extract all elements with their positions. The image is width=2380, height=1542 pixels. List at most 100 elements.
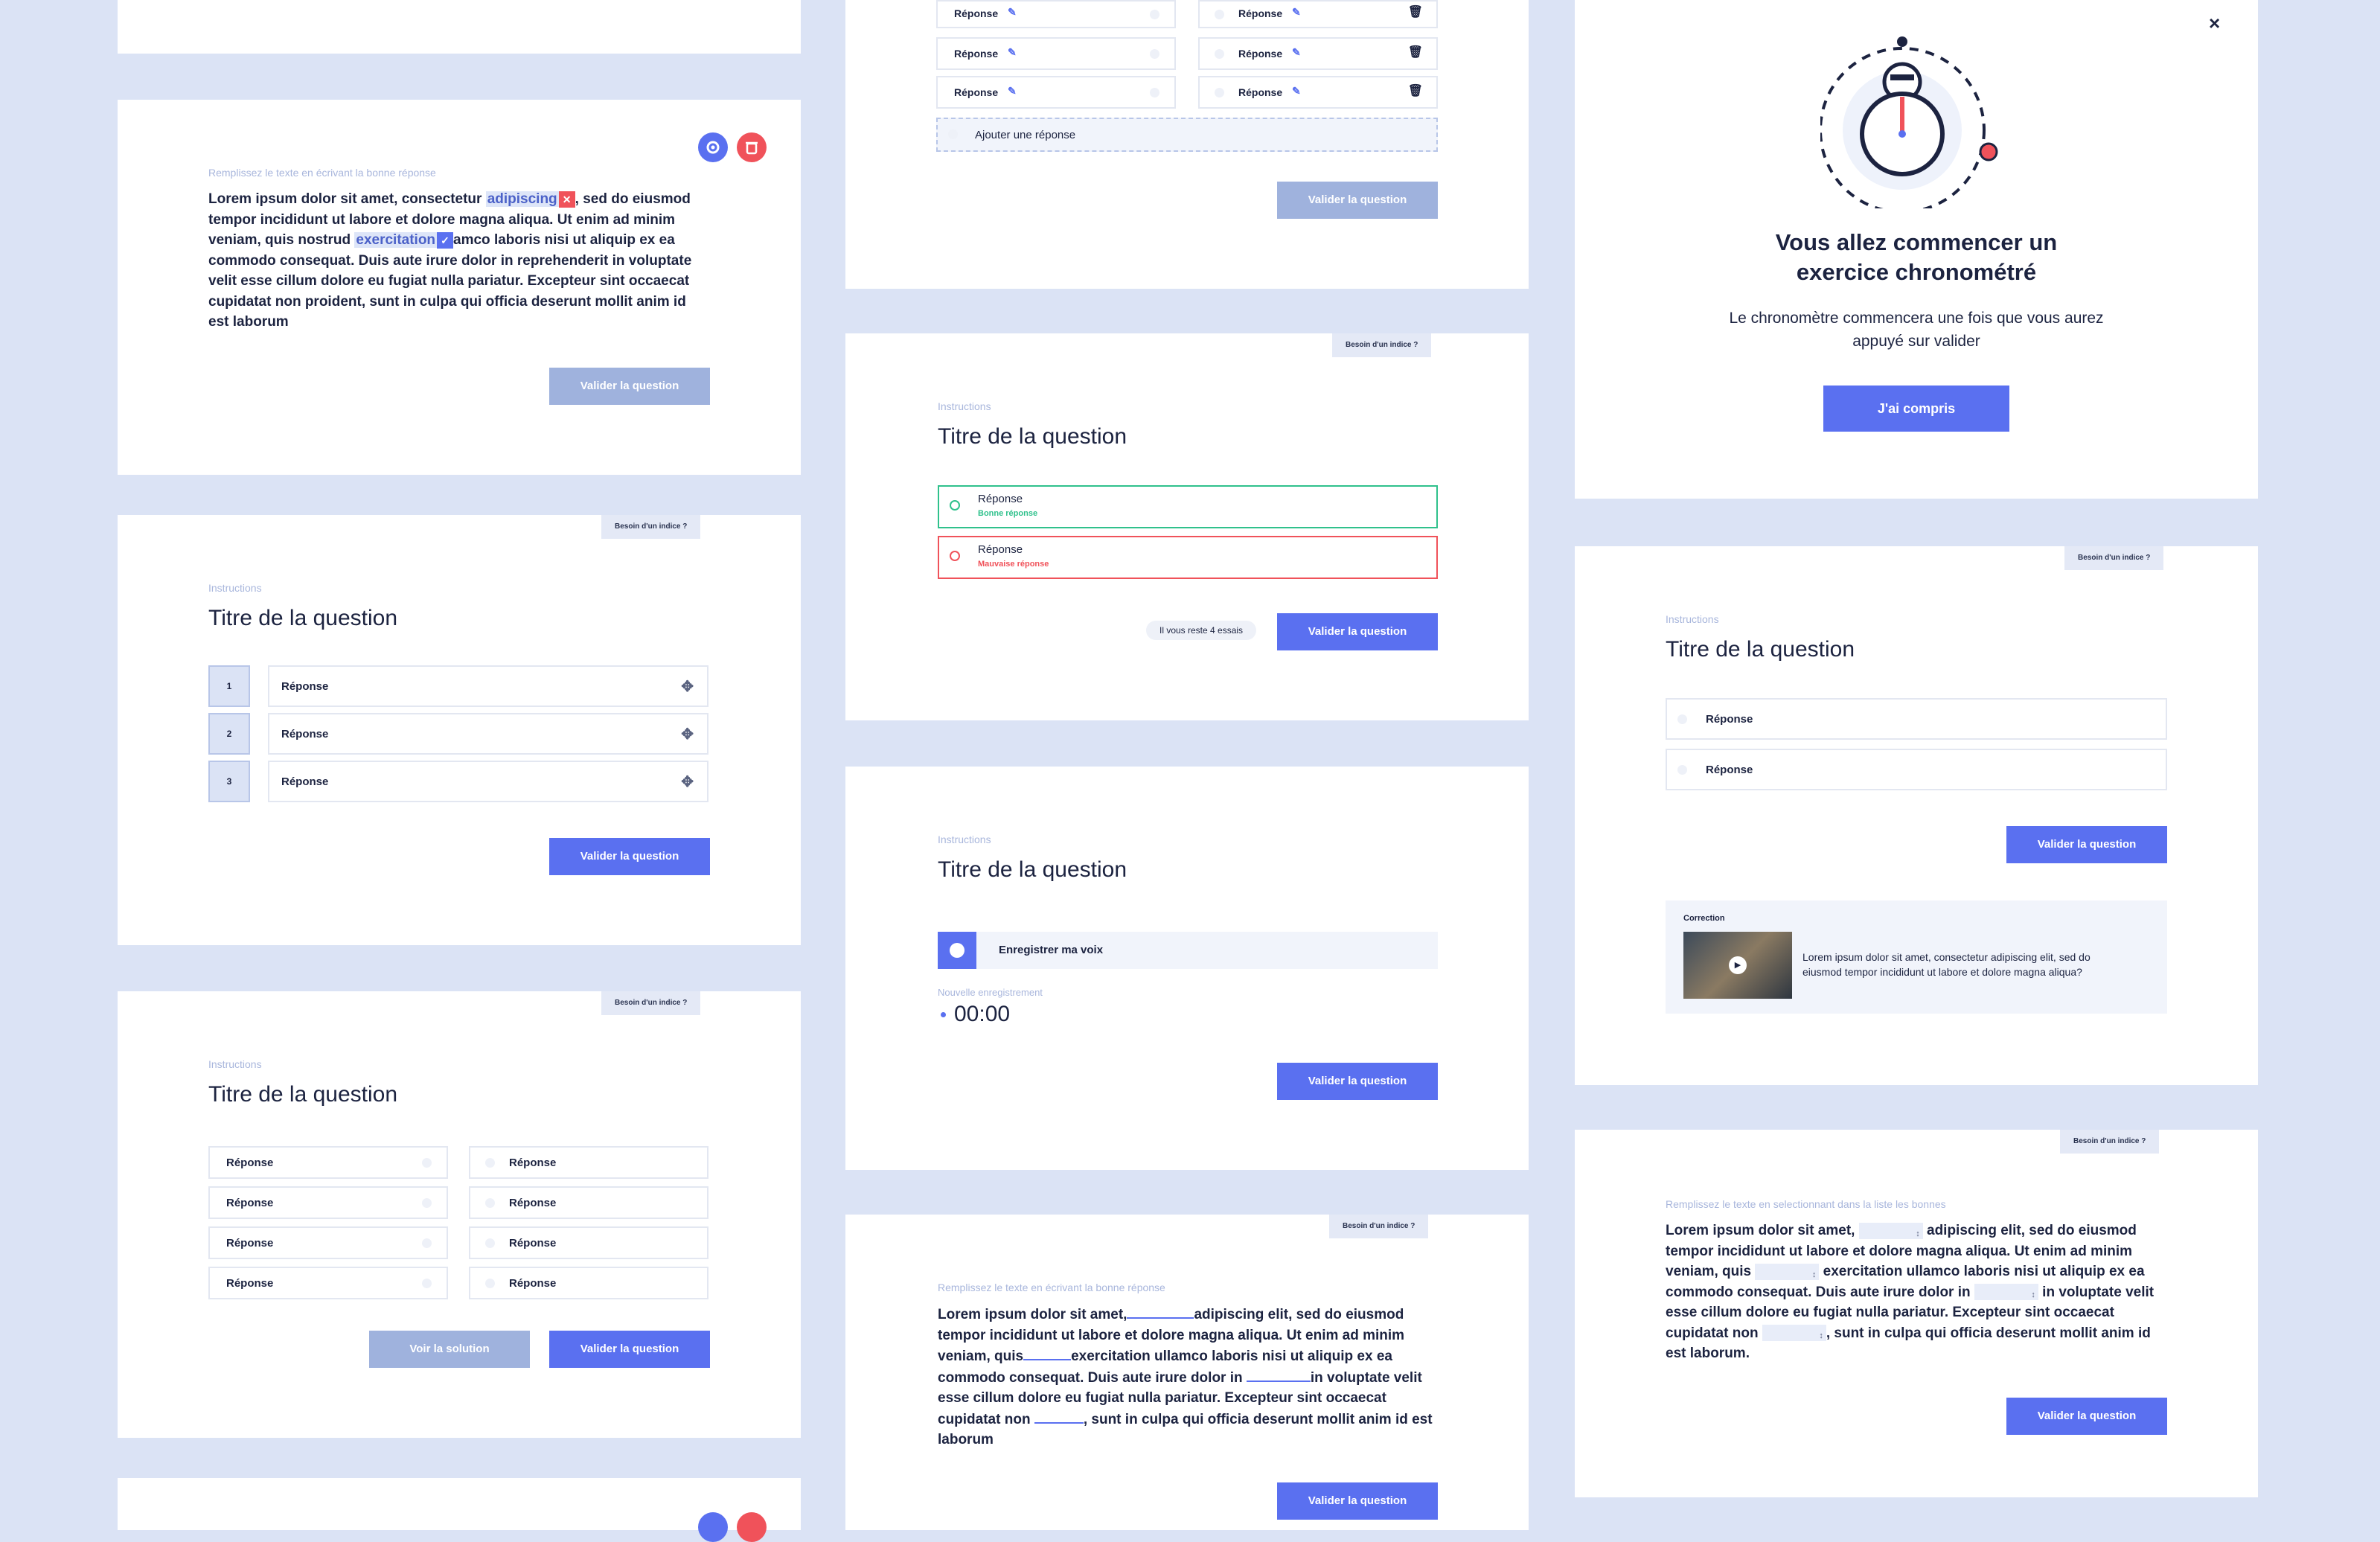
hint-button[interactable]: Besoin d'un indice ?: [2060, 1130, 2160, 1154]
validate-button[interactable]: Valider la question: [2006, 1398, 2167, 1435]
validate-button[interactable]: Valider la question: [2006, 826, 2167, 863]
card-bottom-partial: [118, 1478, 801, 1542]
play-icon[interactable]: ▶: [1729, 956, 1747, 974]
right-answer[interactable]: Réponse: [469, 1226, 708, 1259]
left-answer[interactable]: Réponse: [208, 1186, 448, 1219]
blank-select[interactable]: [1762, 1325, 1826, 1347]
wrong-word[interactable]: adipiscing: [485, 191, 559, 207]
order-answer[interactable]: Réponse ✥: [268, 665, 708, 707]
modal-body: Le chronomètre commencera une fois que v…: [1575, 307, 2258, 353]
editable-answer[interactable]: Réponse ✎ 🗑: [1198, 0, 1438, 28]
editable-answer[interactable]: Réponse ✎ 🗑: [1198, 76, 1438, 109]
order-answer[interactable]: Réponse ✥: [268, 761, 708, 802]
validate-button[interactable]: Valider la question: [1277, 1063, 1438, 1100]
fill-text-paragraph: Lorem ipsum dolor sit amet, consectetur …: [208, 189, 707, 333]
hint-button[interactable]: Besoin d'un indice ?: [1329, 1215, 1429, 1238]
right-answer[interactable]: Réponse: [469, 1146, 708, 1179]
wrong-answer[interactable]: Réponse Mauvaise réponse: [938, 536, 1438, 579]
left-answer[interactable]: Réponse: [208, 1267, 448, 1299]
answer-option[interactable]: Réponse: [1666, 749, 2167, 790]
left-answer[interactable]: Réponse: [208, 1226, 448, 1259]
delete-button[interactable]: [737, 132, 767, 162]
good-answer-label: Bonne réponse: [978, 509, 1038, 518]
editable-answer[interactable]: Réponse ✎: [936, 76, 1176, 109]
validate-button[interactable]: Valider la question: [549, 1331, 710, 1368]
matching-card: Besoin d'un indice ? Instructions Titre …: [118, 991, 801, 1438]
validate-button[interactable]: Valider la question: [1277, 1482, 1438, 1520]
left-answer[interactable]: Réponse: [208, 1146, 448, 1179]
edit-icon[interactable]: ✎: [1008, 6, 1017, 19]
editable-answer[interactable]: Réponse ✎: [936, 0, 1176, 28]
settings-button[interactable]: [698, 132, 728, 162]
modal-title-line: exercice chronométré: [1796, 259, 2037, 285]
dropdown-icon[interactable]: [1150, 10, 1159, 19]
order-answer[interactable]: Réponse ✥: [268, 713, 708, 755]
confirm-button[interactable]: J'ai compris: [1823, 386, 2009, 432]
editable-answer[interactable]: Réponse ✎: [936, 37, 1176, 70]
blank-input[interactable]: [1246, 1367, 1311, 1382]
edit-icon[interactable]: ✎: [1292, 6, 1301, 19]
delete-button[interactable]: [737, 1512, 767, 1542]
record-dot-icon: [950, 943, 965, 958]
answer-label: Réponse: [226, 1237, 274, 1250]
blank-select[interactable]: [1974, 1284, 2038, 1306]
answer-option[interactable]: Réponse: [1666, 698, 2167, 740]
correction-card: Besoin d'un indice ? Instructions Titre …: [1575, 546, 2258, 1085]
connector-dot-icon[interactable]: [422, 1158, 432, 1168]
move-icon[interactable]: ✥: [681, 725, 694, 743]
show-solution-button[interactable]: Voir la solution: [369, 1331, 530, 1368]
dropdown-icon[interactable]: [1150, 88, 1159, 97]
blank-input[interactable]: [1034, 1409, 1084, 1424]
video-thumbnail[interactable]: ▶: [1683, 932, 1792, 999]
correct-word[interactable]: exercitation: [354, 232, 438, 248]
trash-icon[interactable]: 🗑: [1408, 83, 1423, 98]
editable-answer[interactable]: Réponse ✎ 🗑: [1198, 37, 1438, 70]
connector-dot-icon[interactable]: [485, 1198, 495, 1208]
blank-select[interactable]: [1755, 1263, 1820, 1285]
radio-icon: [950, 500, 960, 511]
select-fill-paragraph: Lorem ipsum dolor sit amet, adipiscing e…: [1666, 1221, 2169, 1364]
edit-icon[interactable]: ✎: [1292, 85, 1301, 97]
connector-dot-icon[interactable]: [485, 1158, 495, 1168]
hint-button[interactable]: Besoin d'un indice ?: [601, 991, 701, 1015]
right-answer[interactable]: Réponse: [469, 1267, 708, 1299]
connector-dot-icon[interactable]: [422, 1198, 432, 1208]
connector-dot-icon[interactable]: [485, 1279, 495, 1288]
dropdown-icon[interactable]: [1150, 49, 1159, 59]
right-answer[interactable]: Réponse: [469, 1186, 708, 1219]
connector-dot-icon[interactable]: [422, 1279, 432, 1288]
record-label: Enregistrer ma voix: [999, 944, 1104, 956]
hint-button[interactable]: Besoin d'un indice ?: [2064, 546, 2164, 570]
hint-button[interactable]: Besoin d'un indice ?: [1332, 333, 1432, 357]
record-voice-bar[interactable]: Enregistrer ma voix: [938, 932, 1438, 969]
hint-button[interactable]: Besoin d'un indice ?: [601, 515, 701, 539]
question-title: Titre de la question: [1666, 637, 1855, 662]
edit-icon[interactable]: ✎: [1008, 46, 1017, 59]
edit-icon[interactable]: ✎: [1008, 85, 1017, 97]
correct-answer[interactable]: Réponse Bonne réponse: [938, 485, 1438, 528]
dropdown-icon[interactable]: [1215, 88, 1224, 97]
trash-icon[interactable]: 🗑: [1408, 4, 1423, 19]
add-answer-button[interactable]: Ajouter une réponse: [936, 118, 1438, 152]
move-icon[interactable]: ✥: [681, 677, 694, 696]
close-icon[interactable]: ×: [2209, 12, 2220, 35]
dropdown-icon[interactable]: [1215, 10, 1224, 19]
validate-button[interactable]: Valider la question: [1277, 182, 1438, 219]
connector-dot-icon[interactable]: [485, 1238, 495, 1248]
question-title: Titre de la question: [208, 606, 398, 630]
validate-button[interactable]: Valider la question: [549, 838, 710, 875]
validate-button[interactable]: Valider la question: [549, 368, 710, 405]
dropdown-icon[interactable]: [1215, 49, 1224, 59]
blank-input[interactable]: [1023, 1346, 1072, 1360]
edit-icon[interactable]: ✎: [1292, 46, 1301, 59]
blank-input[interactable]: [1127, 1304, 1194, 1319]
correction-text: Lorem ipsum dolor sit amet, consectetur …: [1802, 951, 2091, 978]
connector-dot-icon[interactable]: [422, 1238, 432, 1248]
correct-mark-icon: ✓: [437, 231, 454, 249]
move-icon[interactable]: ✥: [681, 772, 694, 791]
settings-button[interactable]: [698, 1512, 728, 1542]
stopwatch-illustration-icon: [1820, 36, 1998, 208]
blank-select[interactable]: [1858, 1222, 1923, 1244]
trash-icon[interactable]: 🗑: [1408, 45, 1423, 60]
validate-button[interactable]: Valider la question: [1277, 613, 1438, 650]
